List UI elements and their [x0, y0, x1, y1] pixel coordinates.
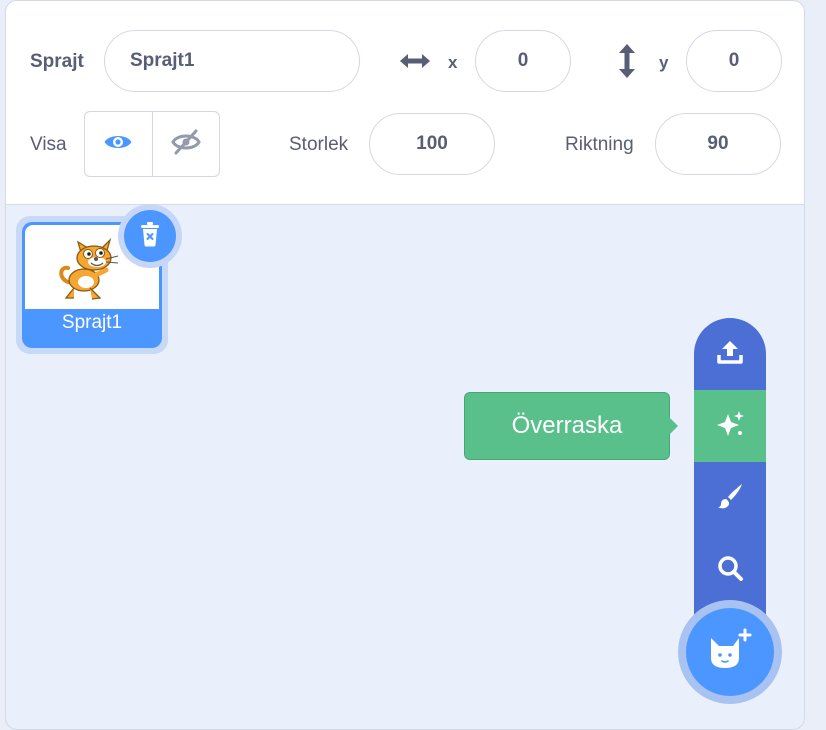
- trash-icon: [138, 220, 162, 253]
- horizontal-arrows-icon: [398, 51, 432, 76]
- paint-sprite-button[interactable]: [694, 462, 766, 534]
- show-label: Visa: [30, 134, 67, 155]
- show-toggle-group: [84, 111, 220, 177]
- eye-hidden-icon: [171, 129, 201, 160]
- upload-icon: [715, 337, 745, 372]
- sparkle-icon: [714, 408, 746, 445]
- tooltip-arrow: [668, 416, 678, 436]
- delete-sprite-button[interactable]: [118, 204, 182, 268]
- direction-input[interactable]: 90: [655, 113, 781, 175]
- sprite-info-panel: Sprajt Sprajt1 x 0 y 0 Visa Storlek 100 …: [6, 1, 804, 205]
- x-label: x: [448, 53, 458, 72]
- add-sprite-button[interactable]: [686, 608, 774, 696]
- y-position-input[interactable]: 0: [686, 30, 782, 92]
- show-hidden-button[interactable]: [151, 112, 220, 176]
- surprise-tooltip: Överraska: [464, 392, 670, 460]
- sprite-add-menu: [694, 318, 766, 628]
- sprite-tile-name: Sprajt1: [61, 312, 123, 333]
- show-visible-button[interactable]: [85, 112, 152, 176]
- eye-icon: [103, 131, 133, 158]
- sprite-pane: Sprajt Sprajt1 x 0 y 0 Visa Storlek 100 …: [5, 0, 805, 730]
- cat-add-icon: [707, 628, 753, 677]
- surprise-sprite-button[interactable]: [694, 390, 766, 462]
- choose-sprite-button[interactable]: [694, 534, 766, 606]
- x-position-input[interactable]: 0: [475, 30, 571, 92]
- vertical-arrows-icon: [617, 43, 637, 84]
- direction-label: Riktning: [565, 134, 634, 155]
- size-input[interactable]: 100: [369, 113, 495, 175]
- size-label: Storlek: [289, 134, 349, 155]
- paintbrush-icon: [715, 481, 745, 516]
- sprite-name-input[interactable]: Sprajt1: [104, 30, 360, 92]
- y-label: y: [659, 53, 669, 72]
- search-icon: [715, 553, 745, 588]
- sprite-label: Sprajt: [30, 51, 84, 72]
- upload-sprite-button[interactable]: [694, 318, 766, 390]
